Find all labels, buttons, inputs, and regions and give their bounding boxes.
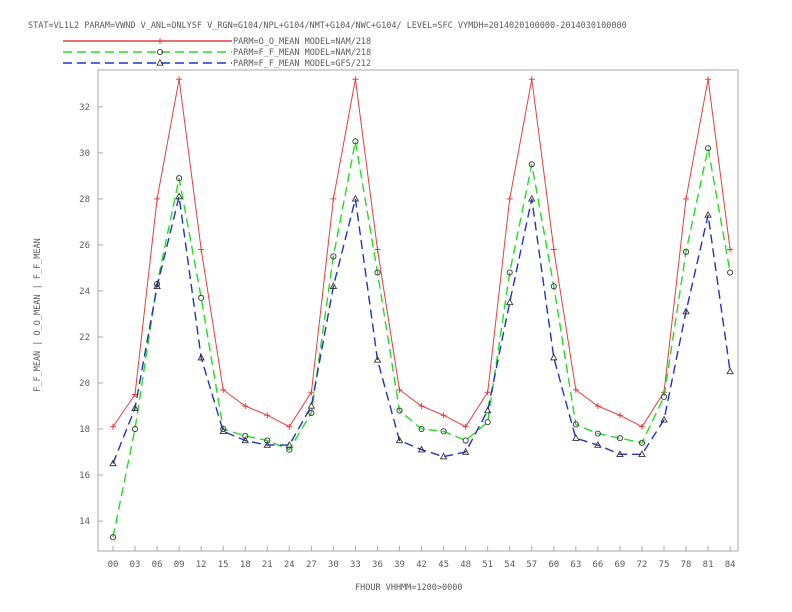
x-tick-label: 72 bbox=[637, 560, 648, 570]
y-tick-label: 26 bbox=[79, 241, 90, 251]
y-axis: 14 16 18 20 22 24 26 28 30 32 bbox=[79, 103, 103, 527]
series-2 bbox=[109, 138, 734, 541]
series-line-2 bbox=[112, 141, 731, 538]
legend-marker bbox=[157, 38, 163, 44]
y-tick-label: 16 bbox=[79, 471, 90, 481]
x-tick-label: 09 bbox=[174, 560, 185, 570]
data-point bbox=[726, 367, 734, 375]
x-tick-label: 57 bbox=[526, 560, 537, 570]
data-point bbox=[264, 412, 271, 419]
x-tick-label: 36 bbox=[372, 560, 383, 570]
y-tick-label: 14 bbox=[79, 517, 90, 527]
x-tick-label: 60 bbox=[548, 560, 559, 570]
series-1 bbox=[110, 76, 734, 430]
data-point bbox=[198, 294, 205, 301]
legend-label-f-f-mean-nam: PARM=F_F_MEAN MODEL=NAM/218 bbox=[233, 48, 371, 58]
legend-label-f-f-mean-gfs: PARM=F_F_MEAN MODEL=GFS/212 bbox=[233, 59, 371, 69]
data-point bbox=[198, 246, 205, 253]
y-tick-label: 32 bbox=[79, 103, 90, 113]
x-tick-label: 06 bbox=[152, 560, 163, 570]
x-tick-label: 78 bbox=[681, 560, 692, 570]
line-chart: STAT=VL1L2 PARAM=VWND V_ANL=ONLYSF V_RGN… bbox=[28, 21, 739, 593]
chart-title: STAT=VL1L2 PARAM=VWND V_ANL=ONLYSF V_RGN… bbox=[28, 21, 627, 31]
x-tick-label: 51 bbox=[482, 560, 493, 570]
x-tick-label: 42 bbox=[416, 560, 427, 570]
data-point bbox=[484, 419, 491, 426]
x-tick-label: 48 bbox=[460, 560, 471, 570]
y-tick-label: 24 bbox=[79, 287, 90, 297]
x-tick-label: 39 bbox=[394, 560, 405, 570]
x-tick-label: 33 bbox=[350, 560, 361, 570]
x-tick-label: 54 bbox=[504, 560, 515, 570]
data-point bbox=[528, 76, 535, 83]
data-point bbox=[683, 195, 690, 202]
data-point bbox=[440, 412, 447, 419]
data-point bbox=[462, 423, 469, 430]
x-tick-label: 27 bbox=[306, 560, 317, 570]
data-point bbox=[286, 423, 293, 430]
series-line-3 bbox=[112, 196, 731, 464]
data-point bbox=[638, 423, 645, 430]
x-tick-label: 63 bbox=[570, 560, 581, 570]
data-point bbox=[705, 76, 712, 83]
data-point bbox=[616, 412, 623, 419]
x-tick-label: 66 bbox=[592, 560, 603, 570]
x-axis: 00 03 06 09 12 15 18 21 24 27 30 33 36 39 42 45 48 51 54 57… bbox=[108, 546, 736, 570]
x-tick-label: 18 bbox=[240, 560, 251, 570]
legend-label-o-o-mean-nam: PARM=O_O_MEAN MODEL=NAM/218 bbox=[233, 37, 371, 47]
legend: PARM=O_O_MEAN MODEL=NAM/218 PARM=F_F_MEA… bbox=[63, 37, 371, 69]
x-tick-label: 15 bbox=[218, 560, 229, 570]
data-point bbox=[462, 437, 469, 444]
data-point bbox=[176, 76, 183, 83]
data-point bbox=[352, 76, 359, 83]
data-point bbox=[374, 246, 381, 253]
data-point bbox=[660, 415, 668, 423]
data-point bbox=[506, 195, 513, 202]
legend-item-2: PARM=F_F_MEAN MODEL=NAM/218 bbox=[63, 48, 371, 58]
legend-item-1: PARM=O_O_MEAN MODEL=NAM/218 bbox=[63, 37, 371, 47]
data-point bbox=[550, 353, 558, 361]
y-tick-label: 18 bbox=[79, 425, 90, 435]
series-3 bbox=[109, 192, 734, 467]
x-tick-label: 81 bbox=[703, 560, 714, 570]
x-tick-label: 21 bbox=[262, 560, 273, 570]
data-point bbox=[727, 246, 734, 253]
data-point bbox=[484, 389, 491, 396]
data-point bbox=[330, 195, 337, 202]
data-point bbox=[307, 401, 316, 409]
x-tick-label: 69 bbox=[614, 560, 625, 570]
data-point bbox=[110, 423, 116, 430]
x-tick-label: 45 bbox=[438, 560, 449, 570]
data-point bbox=[483, 406, 492, 414]
data-point bbox=[505, 298, 514, 306]
y-axis-label: F_F_MEAN | O_O_MEAN | F_F_MEAN bbox=[33, 238, 43, 392]
series-layer bbox=[109, 76, 734, 541]
x-tick-label: 30 bbox=[328, 560, 339, 570]
data-point bbox=[550, 246, 557, 253]
data-point bbox=[154, 195, 161, 202]
x-tick-label: 12 bbox=[196, 560, 207, 570]
x-tick-label: 00 bbox=[108, 560, 119, 570]
y-tick-label: 30 bbox=[79, 149, 90, 159]
y-tick-label: 28 bbox=[79, 195, 90, 205]
legend-item-3: PARM=F_F_MEAN MODEL=GFS/212 bbox=[63, 58, 371, 69]
y-tick-label: 20 bbox=[79, 379, 90, 389]
data-point bbox=[727, 269, 734, 276]
plot-frame bbox=[97, 69, 739, 552]
x-tick-label: 03 bbox=[130, 560, 141, 570]
x-axis-label: FHOUR VHHMM=1200>0000 bbox=[355, 583, 462, 593]
x-tick-label: 75 bbox=[659, 560, 670, 570]
x-tick-label: 84 bbox=[725, 560, 736, 570]
data-point bbox=[572, 434, 580, 441]
y-tick-label: 22 bbox=[79, 333, 90, 343]
x-tick-label: 24 bbox=[284, 560, 295, 570]
